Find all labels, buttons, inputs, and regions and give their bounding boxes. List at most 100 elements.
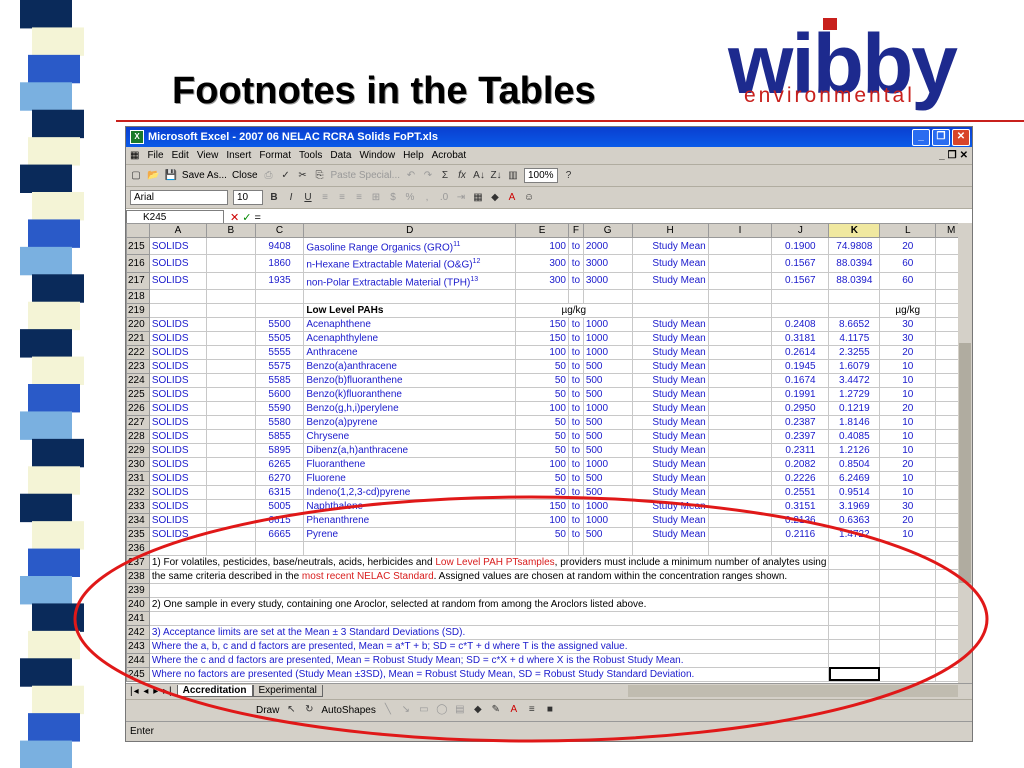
menu-acrobat[interactable]: Acrobat — [432, 150, 466, 161]
factor-l-cell[interactable]: 20 — [879, 236, 937, 256]
range-low-cell[interactable]: 100 — [515, 344, 569, 360]
spelling-icon[interactable]: ✓ — [280, 169, 292, 183]
analyte-cell[interactable]: Benzo(g,h,i)perylene — [303, 400, 517, 416]
code-cell[interactable]: 1935 — [254, 271, 305, 290]
cell[interactable] — [206, 288, 256, 304]
range-high-cell[interactable]: 500 — [582, 470, 633, 486]
cell[interactable] — [707, 271, 773, 290]
code-cell[interactable]: 5555 — [254, 344, 305, 360]
select-all-corner[interactable] — [126, 223, 150, 238]
menu-data[interactable]: Data — [330, 150, 351, 161]
italic-icon[interactable]: I — [285, 191, 297, 205]
analyte-cell[interactable]: Dibenz(a,h)anthracene — [303, 442, 517, 458]
factor-k-cell[interactable]: 88.0394 — [828, 254, 881, 273]
method-cell[interactable]: Study Mean — [631, 456, 709, 472]
column-header-c[interactable]: C — [254, 223, 305, 238]
analyte-cell[interactable]: Benzo(a)pyrene — [303, 414, 517, 430]
range-to-cell[interactable]: to — [568, 236, 584, 256]
cell[interactable] — [707, 254, 773, 273]
currency-icon[interactable]: $ — [387, 191, 399, 205]
doc-restore-button[interactable]: ❐ — [948, 150, 957, 161]
code-cell[interactable]: 6270 — [254, 470, 305, 486]
comma-icon[interactable]: , — [421, 191, 433, 205]
menu-view[interactable]: View — [197, 150, 219, 161]
matrix-cell[interactable]: SOLIDS — [148, 330, 208, 346]
method-cell[interactable]: Study Mean — [631, 330, 709, 346]
range-to-cell[interactable]: to — [568, 344, 584, 360]
method-cell[interactable]: Study Mean — [631, 442, 709, 458]
cell[interactable] — [206, 330, 256, 346]
analyte-cell[interactable]: Acenaphthylene — [303, 330, 517, 346]
analyte-cell[interactable]: Benzo(a)anthracene — [303, 358, 517, 374]
range-to-cell[interactable]: to — [568, 428, 584, 444]
factor-j-cell[interactable] — [771, 288, 830, 304]
factor-k-cell[interactable]: 8.6652 — [828, 316, 881, 332]
analyte-cell[interactable]: n-Hexane Extractable Material (O&G)12 — [303, 254, 517, 273]
matrix-cell[interactable]: SOLIDS — [148, 344, 208, 360]
cell[interactable] — [206, 372, 256, 388]
cell[interactable] — [707, 330, 773, 346]
row-number[interactable]: 231 — [126, 470, 150, 486]
paste-special-button[interactable]: Paste Special... — [331, 169, 400, 183]
workbook-icon[interactable]: ▦ — [130, 150, 139, 161]
range-high-cell[interactable]: 1000 — [582, 330, 633, 346]
analyte-cell[interactable]: Fluoranthene — [303, 456, 517, 472]
doc-minimize-button[interactable]: _ — [939, 150, 945, 161]
range-to-cell[interactable]: to — [568, 386, 584, 402]
cell[interactable] — [707, 316, 773, 332]
factor-j-cell[interactable]: 0.2614 — [771, 344, 830, 360]
factor-k-cell[interactable]: 0.1219 — [828, 400, 881, 416]
factor-l-cell[interactable]: 20 — [879, 400, 937, 416]
cell[interactable] — [206, 400, 256, 416]
row-number[interactable]: 224 — [126, 372, 150, 388]
code-cell[interactable]: 5895 — [254, 442, 305, 458]
factor-l-cell[interactable]: 60 — [879, 254, 937, 273]
smiley-icon[interactable]: ☺ — [523, 191, 535, 205]
method-cell[interactable]: Study Mean — [631, 316, 709, 332]
cell[interactable] — [707, 236, 773, 256]
factor-l-cell[interactable]: 60 — [879, 271, 937, 290]
row-number[interactable]: 220 — [126, 316, 150, 332]
matrix-cell[interactable]: SOLIDS — [148, 400, 208, 416]
range-low-cell[interactable]: 50 — [515, 470, 569, 486]
analyte-cell[interactable]: Fluorene — [303, 470, 517, 486]
cell[interactable] — [707, 456, 773, 472]
factor-k-cell[interactable]: 1.6079 — [828, 358, 881, 374]
factor-j-cell[interactable]: 0.1945 — [771, 358, 830, 374]
range-high-cell[interactable]: 3000 — [582, 254, 633, 273]
range-low-cell[interactable]: 50 — [515, 414, 569, 430]
bold-icon[interactable]: B — [268, 191, 280, 205]
cell[interactable] — [707, 414, 773, 430]
row-number[interactable]: 228 — [126, 428, 150, 444]
factor-j-cell[interactable]: 0.2311 — [771, 442, 830, 458]
row-number[interactable]: 218 — [126, 288, 150, 304]
row-number[interactable]: 229 — [126, 442, 150, 458]
cut-icon[interactable]: ✂ — [297, 169, 309, 183]
align-center-icon[interactable]: ≡ — [336, 191, 348, 205]
row-number[interactable]: 227 — [126, 414, 150, 430]
factor-l-cell[interactable]: 10 — [879, 414, 937, 430]
method-cell[interactable]: Study Mean — [631, 400, 709, 416]
column-header-h[interactable]: H — [631, 223, 709, 238]
column-header-a[interactable]: A — [148, 223, 208, 238]
help-icon[interactable]: ? — [563, 169, 575, 183]
analyte-cell[interactable]: Gasoline Range Organics (GRO)11 — [303, 236, 517, 256]
matrix-cell[interactable]: SOLIDS — [148, 271, 208, 290]
matrix-cell[interactable]: SOLIDS — [148, 456, 208, 472]
factor-l-cell[interactable]: 30 — [879, 316, 937, 332]
cell[interactable] — [206, 344, 256, 360]
sort-asc-icon[interactable]: A↓ — [473, 169, 485, 183]
cell[interactable] — [148, 302, 208, 318]
method-cell[interactable]: Study Mean — [631, 428, 709, 444]
code-cell[interactable]: 5600 — [254, 386, 305, 402]
matrix-cell[interactable] — [148, 288, 208, 304]
cell[interactable] — [206, 316, 256, 332]
analyte-cell[interactable]: Acenaphthene — [303, 316, 517, 332]
analyte-cell[interactable]: Anthracene — [303, 344, 517, 360]
underline-icon[interactable]: U — [302, 191, 314, 205]
range-low-cell[interactable]: 150 — [515, 316, 569, 332]
factor-l-cell[interactable]: 10 — [879, 428, 937, 444]
cell[interactable] — [206, 254, 256, 273]
range-low-cell[interactable]: 50 — [515, 358, 569, 374]
factor-l-cell[interactable]: 30 — [879, 330, 937, 346]
